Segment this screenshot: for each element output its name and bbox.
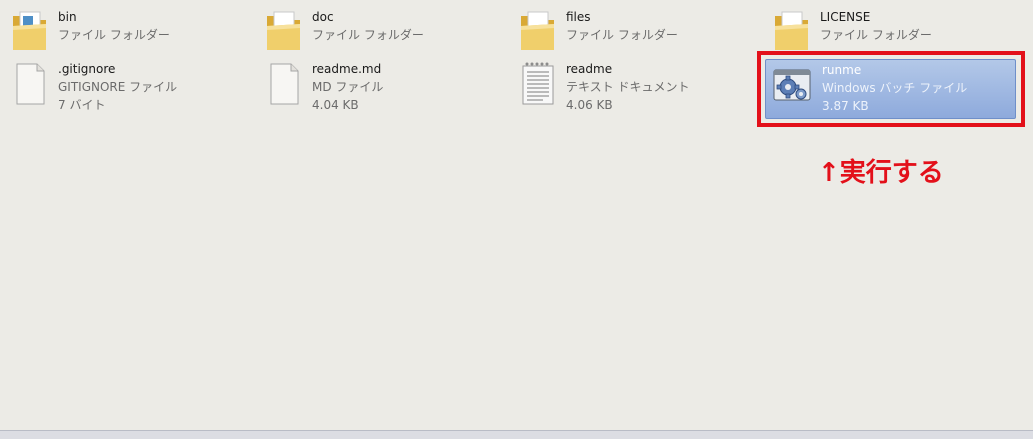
- file-name: .gitignore: [58, 62, 116, 76]
- file-name: readme.md: [312, 62, 382, 76]
- folder-icon: [772, 6, 812, 54]
- file-size: 4.04 KB: [312, 98, 359, 112]
- file-type: GITIGNORE ファイル: [58, 80, 178, 94]
- file-name: LICENSE: [820, 10, 871, 24]
- folder-icon: [10, 6, 50, 54]
- annotation-text: ↑実行する: [818, 158, 944, 188]
- file-name: bin: [58, 10, 77, 24]
- file-type: ファイル フォルダー: [58, 28, 170, 42]
- file-type: ファイル フォルダー: [820, 28, 932, 42]
- file-type: ファイル フォルダー: [312, 28, 424, 42]
- folder-icon: [518, 6, 558, 54]
- file-name: doc: [312, 10, 334, 24]
- highlight-box: [757, 51, 1025, 127]
- file-item-gitignore[interactable]: .gitignore GITIGNORE ファイル 7 バイト: [10, 58, 240, 114]
- file-item-bin[interactable]: bin ファイル フォルダー: [10, 6, 240, 62]
- text-document-icon: [518, 58, 558, 106]
- file-size: 4.06 KB: [566, 98, 613, 112]
- file-size: 7 バイト: [58, 98, 106, 112]
- folder-icon: [264, 6, 304, 54]
- file-type: テキスト ドキュメント: [566, 80, 690, 94]
- file-name: files: [566, 10, 591, 24]
- file-name: readme: [566, 62, 613, 76]
- blank-file-icon: [264, 58, 304, 106]
- file-type: ファイル フォルダー: [566, 28, 678, 42]
- status-bar: [0, 430, 1033, 439]
- file-item-readme-md[interactable]: readme.md MD ファイル 4.04 KB: [264, 58, 494, 114]
- file-item-files[interactable]: files ファイル フォルダー: [518, 6, 748, 62]
- file-item-doc[interactable]: doc ファイル フォルダー: [264, 6, 494, 62]
- file-item-readme[interactable]: readme テキスト ドキュメント 4.06 KB: [518, 58, 748, 114]
- blank-file-icon: [10, 58, 50, 106]
- file-list-pane: bin ファイル フォルダー doc ファイル フォルダー files ファイル…: [0, 0, 1033, 430]
- file-type: MD ファイル: [312, 80, 384, 94]
